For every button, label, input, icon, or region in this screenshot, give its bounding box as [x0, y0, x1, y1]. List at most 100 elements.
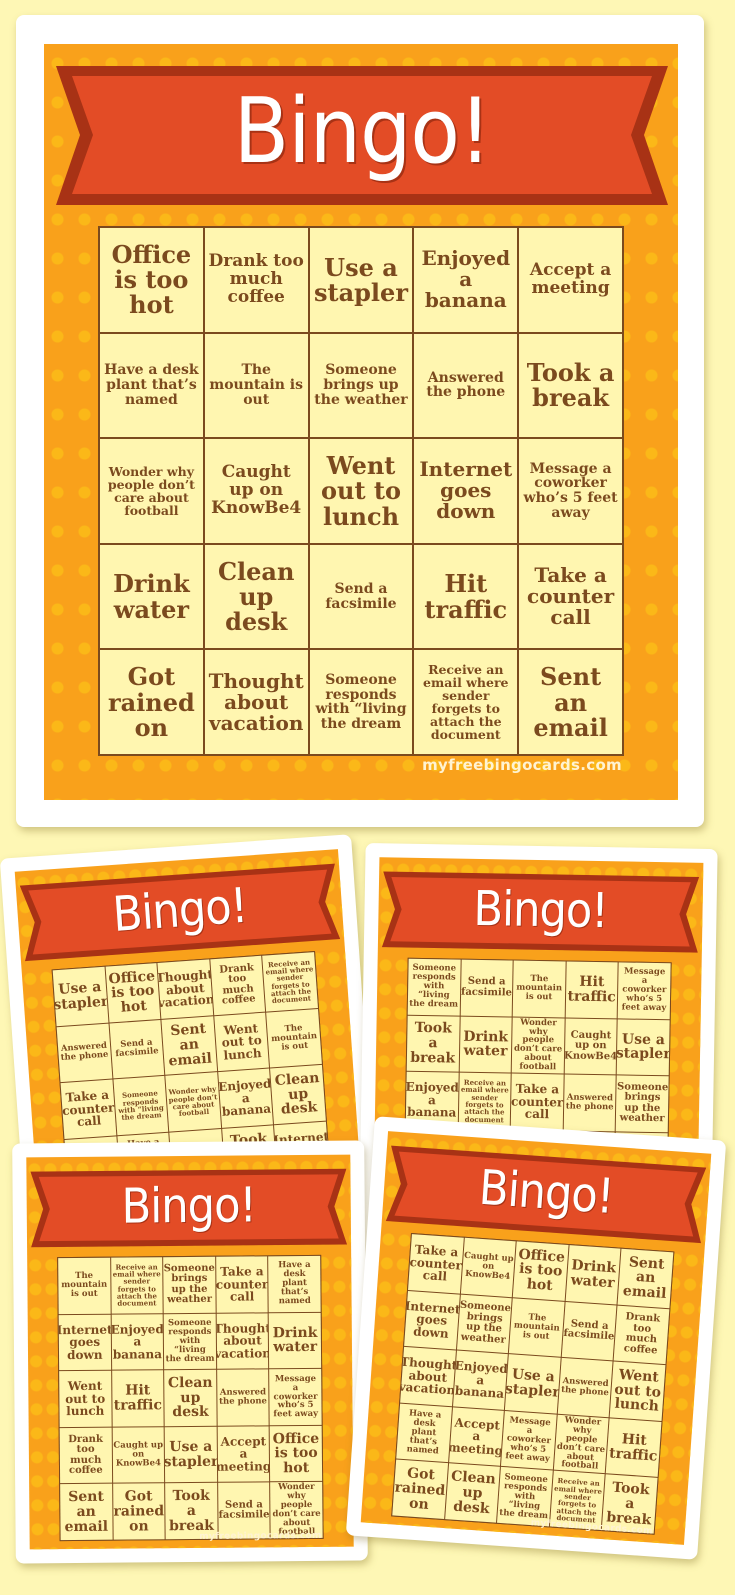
bingo-cell[interactable]: Drink water: [459, 1016, 512, 1073]
bingo-cell[interactable]: Send a facsimile: [561, 1301, 617, 1361]
bingo-cell[interactable]: Hit traffic: [565, 961, 619, 1018]
bingo-cell[interactable]: Someone brings up the weather: [616, 1075, 669, 1133]
bingo-cell[interactable]: Office is too hot: [512, 1241, 569, 1301]
bingo-cell[interactable]: The mountain is out: [58, 1257, 111, 1314]
bingo-cell[interactable]: Internet goes down: [58, 1314, 111, 1371]
bingo-cell[interactable]: Thought about vacation: [157, 959, 213, 1019]
bingo-cell[interactable]: Have a desk plant that’s named: [396, 1403, 452, 1463]
bingo-cell[interactable]: Answered the phone: [563, 1074, 617, 1132]
bingo-cell[interactable]: Answered the phone: [414, 333, 518, 438]
bingo-cell[interactable]: The mountain is out: [266, 1008, 322, 1068]
bingo-cell[interactable]: Use a stapler: [617, 1018, 670, 1076]
bingo-cell[interactable]: Enjoyed a banana: [452, 1350, 508, 1410]
bingo-cell[interactable]: Clean up desk: [164, 1369, 217, 1427]
bingo-cell[interactable]: Sent an email: [519, 650, 622, 754]
bingo-cell[interactable]: Someone responds with “living the dream: [497, 1467, 553, 1527]
bingo-cell[interactable]: The mountain is out: [509, 1297, 565, 1357]
bingo-cell[interactable]: Receive an email where sender forgets to…: [414, 650, 518, 754]
bingo-cell[interactable]: Message a coworker who’s 5 feet away: [519, 439, 622, 543]
bingo-cell[interactable]: Accept a meeting: [217, 1426, 270, 1483]
bingo-cell[interactable]: Hit traffic: [111, 1370, 164, 1427]
bingo-cell[interactable]: Take a counter call: [215, 1256, 269, 1313]
bingo-cell[interactable]: Someone responds with “living the dream: [113, 1076, 169, 1136]
bingo-cell[interactable]: Got rained on: [392, 1459, 448, 1519]
bingo-cell[interactable]: Drank too much coffee: [204, 228, 308, 332]
bingo-cell[interactable]: Internet goes down: [414, 439, 518, 543]
bingo-cell[interactable]: Wonder why people don’t care about footb…: [553, 1414, 609, 1474]
bingo-cell[interactable]: Sent an email: [617, 1248, 674, 1308]
bingo-cell[interactable]: Office is too hot: [270, 1425, 323, 1482]
bingo-cell[interactable]: Office is too hot: [105, 963, 161, 1023]
bingo-cell[interactable]: Someone brings up the weather: [309, 333, 413, 438]
bingo-cell[interactable]: Send a facsimile: [460, 959, 513, 1017]
bingo-cell[interactable]: Send a facsimile: [217, 1482, 271, 1539]
bingo-cell[interactable]: Answered the phone: [557, 1358, 613, 1418]
bingo-cell[interactable]: Message a coworker who’s 5 feet away: [269, 1369, 322, 1426]
bingo-cell[interactable]: The mountain is out: [204, 333, 308, 438]
bingo-cell[interactable]: Wonder why people don’t care about footb…: [165, 1072, 221, 1132]
bingo-cell[interactable]: Have a desk plant that’s named: [268, 1255, 321, 1312]
bingo-cell[interactable]: Sent an email: [60, 1484, 113, 1541]
bingo-cell[interactable]: Caught up on KnowBe4: [204, 439, 308, 543]
bingo-cell[interactable]: Someone responds with “living the dream: [163, 1313, 216, 1370]
bingo-cell[interactable]: Use a stapler: [505, 1354, 561, 1414]
bingo-cell[interactable]: Drank too much coffee: [613, 1305, 670, 1365]
bingo-cell[interactable]: Enjoyed a banana: [111, 1313, 164, 1370]
bingo-cell[interactable]: Message a coworker who’s 5 feet away: [618, 962, 671, 1019]
bingo-cell[interactable]: Enjoyed a banana: [414, 228, 518, 332]
bingo-cell[interactable]: Went out to lunch: [610, 1361, 666, 1421]
bingo-cell[interactable]: Accept a meeting: [519, 228, 622, 332]
bingo-cell[interactable]: Send a facsimile: [109, 1019, 165, 1079]
preview-card-3[interactable]: Bingo! The mountain is out Receive an ema…: [12, 1140, 368, 1564]
bingo-cell[interactable]: Take a counter call: [510, 1073, 564, 1131]
bingo-cell[interactable]: Internet goes down: [404, 1290, 460, 1350]
bingo-cell[interactable]: Got rained on: [112, 1483, 165, 1540]
bingo-cell[interactable]: Someone responds with “living the dream: [407, 958, 461, 1016]
bingo-cell[interactable]: Clean up desk: [204, 544, 308, 649]
bingo-cell[interactable]: Hit traffic: [414, 544, 518, 649]
bingo-cell[interactable]: Went out to lunch: [214, 1012, 270, 1072]
bingo-cell[interactable]: Took a break: [165, 1483, 218, 1540]
bingo-cell[interactable]: Thought about vacation: [204, 650, 308, 754]
bingo-cell[interactable]: Drank too much coffee: [59, 1427, 112, 1484]
bingo-cell[interactable]: Went out to lunch: [59, 1370, 112, 1427]
bingo-cell[interactable]: Office is too hot: [100, 228, 203, 332]
bingo-cell[interactable]: Take a counter call: [408, 1234, 464, 1294]
bingo-cell[interactable]: Took a break: [519, 333, 622, 438]
bingo-cell[interactable]: Took a break: [406, 1015, 460, 1072]
bingo-cell[interactable]: Drink water: [100, 544, 203, 649]
bingo-cell[interactable]: Answered the phone: [56, 1023, 112, 1083]
bingo-cell[interactable]: Enjoyed a banana: [218, 1068, 274, 1128]
bingo-cell[interactable]: Use a stapler: [164, 1426, 217, 1483]
bingo-cell[interactable]: The mountain is out: [512, 960, 566, 1018]
bingo-cell[interactable]: Caught up on KnowBe4: [460, 1237, 516, 1297]
bingo-cell[interactable]: Send a facsimile: [309, 544, 413, 649]
preview-card-4[interactable]: Bingo! Take a counter call Caught up on K…: [345, 1116, 727, 1560]
bingo-cell[interactable]: Thought about vacation: [216, 1312, 269, 1369]
bingo-cell[interactable]: Message a coworker who’s 5 feet away: [501, 1410, 557, 1470]
bingo-cell[interactable]: Sent an email: [161, 1015, 217, 1075]
bingo-cell[interactable]: Hit traffic: [606, 1418, 662, 1478]
bingo-cell[interactable]: Clean up desk: [444, 1463, 501, 1523]
bingo-cell[interactable]: Receive an email where sender forgets to…: [110, 1257, 163, 1314]
bingo-cell[interactable]: Accept a meeting: [448, 1407, 505, 1467]
bingo-cell[interactable]: Went out to lunch: [309, 439, 413, 543]
bingo-cell[interactable]: Use a stapler: [52, 966, 109, 1026]
bingo-cell[interactable]: Someone responds with “living the dream: [309, 650, 413, 754]
bingo-cell[interactable]: Use a stapler: [309, 228, 413, 332]
bingo-cell[interactable]: Someone brings up the weather: [163, 1256, 216, 1313]
bingo-cell[interactable]: Thought about vacation: [400, 1347, 456, 1407]
bingo-cell[interactable]: Answered the phone: [216, 1369, 270, 1426]
bingo-cell[interactable]: Take a counter call: [60, 1079, 116, 1139]
bingo-cell[interactable]: Caught up on KnowBe4: [112, 1427, 165, 1484]
bingo-cell[interactable]: Drank too much coffee: [210, 955, 266, 1015]
bingo-cell[interactable]: Caught up on KnowBe4: [564, 1018, 618, 1075]
bingo-cell[interactable]: Someone brings up the weather: [456, 1294, 512, 1354]
bingo-cell[interactable]: Drink water: [565, 1245, 621, 1305]
bingo-cell[interactable]: Drink water: [269, 1312, 322, 1369]
bingo-cell[interactable]: Receive an email where sender forgets to…: [262, 952, 318, 1012]
bingo-cell[interactable]: Take a counter call: [519, 544, 622, 649]
bingo-cell[interactable]: Wonder why people don’t care about footb…: [100, 439, 203, 543]
bingo-cell[interactable]: Have a desk plant that’s named: [100, 333, 203, 438]
bingo-cell[interactable]: Clean up desk: [270, 1065, 326, 1125]
